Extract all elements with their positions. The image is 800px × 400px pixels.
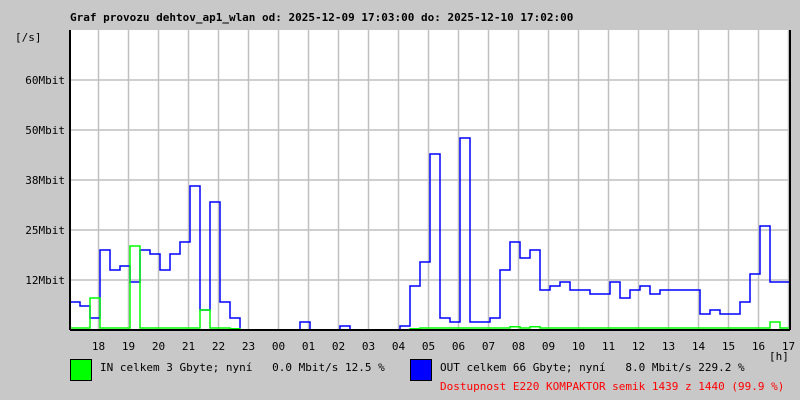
plot-area: 18 19 20 21 22 23 00 01 02 03 04 05 06 07 08 09 10 11 12 13…	[25, 30, 795, 353]
x-tick-label: 03	[362, 340, 375, 353]
x-tick-label: 02	[332, 340, 345, 353]
y-tick-label: 38Mbit	[25, 174, 65, 187]
x-tick-label: 12	[632, 340, 645, 353]
x-tick-label: 19	[122, 340, 135, 353]
x-tick-label: 21	[182, 340, 195, 353]
x-tick-label: 13	[662, 340, 675, 353]
x-tick-label: 11	[602, 340, 615, 353]
in-legend-text: IN celkem 3 Gbyte; nyní 0.0 Mbit/s 12.5 …	[100, 361, 385, 374]
x-tick-label: 18	[92, 340, 105, 353]
x-tick-label: 22	[212, 340, 225, 353]
availability-text: Dostupnost E220 KOMPAKTOR semik 1439 z 1…	[440, 380, 785, 393]
y-tick-label: 25Mbit	[25, 224, 65, 237]
x-tick-label: 00	[272, 340, 285, 353]
x-tick-label: 16	[752, 340, 765, 353]
x-tick-label: 08	[512, 340, 525, 353]
out-legend-text: OUT celkem 66 Gbyte; nyní 8.0 Mbit/s 229…	[440, 361, 745, 374]
out-legend-swatch	[410, 359, 432, 381]
y-tick-label: 50Mbit	[25, 124, 65, 137]
x-tick-label: 06	[452, 340, 465, 353]
x-tick-label: 15	[722, 340, 735, 353]
x-tick-label: 05	[422, 340, 435, 353]
x-tick-label: 01	[302, 340, 315, 353]
x-unit-label: [h]	[769, 350, 789, 363]
traffic-graph: Graf provozu dehtov_ap1_wlan od: 2025-12…	[0, 0, 800, 400]
in-legend-swatch	[70, 359, 92, 381]
x-tick-label: 07	[482, 340, 495, 353]
x-tick-label: 04	[392, 340, 406, 353]
x-tick-label: 09	[542, 340, 555, 353]
y-tick-label: 12Mbit	[25, 274, 65, 287]
x-tick-label: 23	[242, 340, 255, 353]
y-tick-label: 60Mbit	[25, 74, 65, 87]
x-tick-label: 14	[692, 340, 706, 353]
x-tick-label: 10	[572, 340, 585, 353]
x-tick-label: 20	[152, 340, 165, 353]
